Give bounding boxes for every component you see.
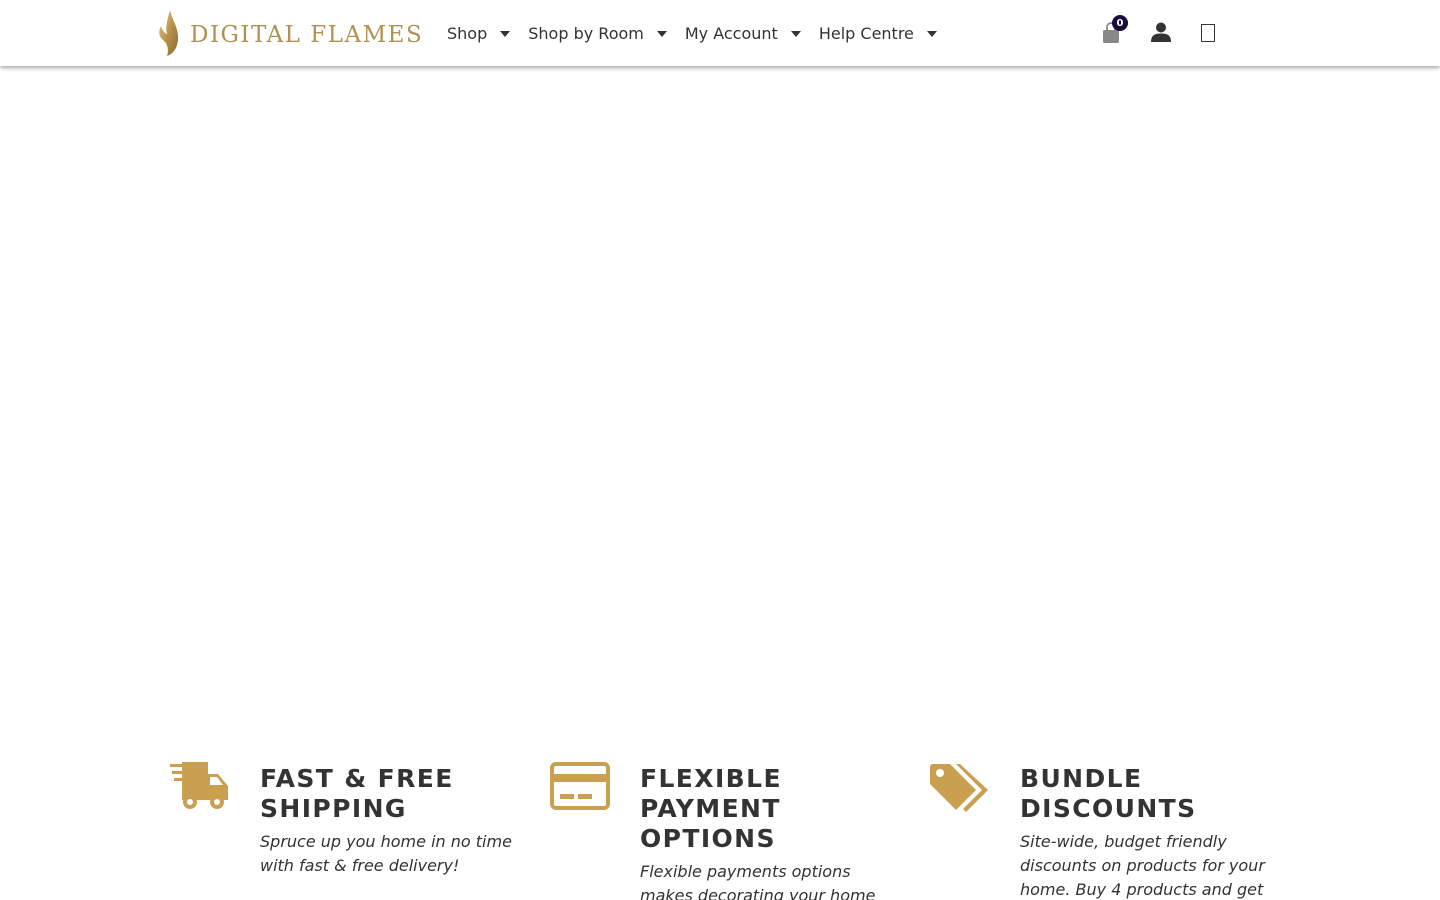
nav-item-label: Help Centre: [818, 23, 914, 43]
nav-item-label: My Account: [684, 23, 778, 43]
credit-card-icon: [550, 762, 610, 810]
flame-logo-icon: [159, 10, 179, 56]
feature-text: Site-wide, budget friendly discounts on …: [1020, 832, 1265, 899]
nav-item-label: Shop by Room: [528, 23, 644, 43]
caret-down-icon: [500, 31, 511, 37]
caret-down-icon: [926, 31, 937, 37]
feature-text: Spruce up you home in no time with fast …: [260, 832, 512, 875]
nav-item-help-centre[interactable]: Help Centre: [819, 0, 955, 66]
user-icon[interactable]: [1150, 22, 1172, 42]
feature-title: BUNDLE DISCOUNTS: [1020, 764, 1197, 823]
missing-glyph-icon[interactable]: [1201, 24, 1215, 42]
brand-logo[interactable]: DIGITAL FLAMES: [158, 10, 423, 56]
feature-title: FLEXIBLE PAYMENT OPTIONS: [640, 764, 782, 853]
cart-count-badge: 0: [1112, 15, 1128, 31]
nav-item-shop-by-room[interactable]: Shop by Room: [528, 0, 685, 66]
brand-name: DIGITAL FLAMES: [190, 22, 424, 48]
feature-text: Flexible payments options makes decorati…: [640, 862, 876, 900]
caret-down-icon: [656, 31, 667, 37]
caret-down-icon: [790, 31, 801, 37]
nav-item-my-account[interactable]: My Account: [685, 0, 819, 66]
nav-item-label: Shop: [447, 23, 488, 43]
feature-title: FAST & FREE SHIPPING: [260, 764, 454, 823]
site-header: DIGITAL FLAMES Shop Shop by Room My Acco…: [0, 0, 1440, 66]
tags-icon: [930, 764, 988, 812]
features-row: FAST & FREE SHIPPING Spruce up you home …: [0, 750, 1440, 900]
nav-item-shop[interactable]: Shop: [447, 0, 528, 66]
fast-truck-icon: [170, 762, 228, 809]
main-nav: Shop Shop by Room My Account Help Centre: [447, 0, 955, 66]
